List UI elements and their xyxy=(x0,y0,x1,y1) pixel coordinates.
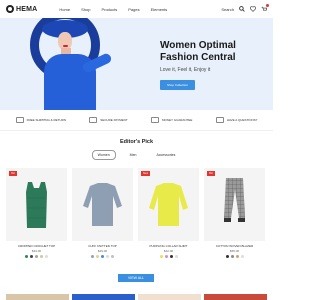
product-image[interactable]: Hot xyxy=(204,168,265,241)
tab-women[interactable]: Women xyxy=(91,150,116,160)
feature-money: MONEY GUARANTEE xyxy=(150,117,193,123)
search-icon[interactable] xyxy=(239,5,245,13)
product-grid: Hot CROPPED CROCHET TOP $34.00 CUFF KNIT… xyxy=(6,168,267,258)
cart-icon[interactable] xyxy=(261,3,269,13)
hero-title: Women Optimal Fashion Central xyxy=(160,40,236,63)
tab-men[interactable]: Men xyxy=(124,150,143,160)
product-card[interactable]: CUFF KNITTED TOP $29.00 xyxy=(72,168,133,258)
color-swatch[interactable] xyxy=(240,255,244,258)
color-swatch[interactable] xyxy=(40,255,43,258)
feature-shipping: FREE SHIPPING & RETURN xyxy=(15,117,66,123)
feature-questions: HAVE A QUESTIONS? xyxy=(215,117,258,123)
hero-banner: Women Optimal Fashion Central Love it, F… xyxy=(0,18,273,110)
product-name[interactable]: CROPPED CROCHET TOP xyxy=(6,244,67,248)
model-lips-shape xyxy=(63,45,68,47)
question-icon xyxy=(215,117,224,123)
color-swatches xyxy=(204,255,265,258)
cart-badge xyxy=(266,3,269,7)
product-price: $55.00 xyxy=(229,249,240,253)
product-card[interactable]: Hot COTTON WOVEN BLAZER $55.00 xyxy=(204,168,265,258)
product-card[interactable]: New PURPLING COLLAR SHIRT $42.00 xyxy=(138,168,199,258)
banner-tile[interactable] xyxy=(138,294,201,300)
color-swatch[interactable] xyxy=(106,255,109,258)
color-swatches xyxy=(72,255,133,258)
color-swatch[interactable] xyxy=(225,255,229,258)
banner-tile[interactable] xyxy=(6,294,69,300)
nav-item-home[interactable]: Home xyxy=(59,7,70,12)
color-swatch[interactable] xyxy=(101,255,104,258)
color-swatch[interactable] xyxy=(159,255,163,258)
product-image[interactable] xyxy=(72,168,133,241)
truck-icon xyxy=(15,117,24,123)
header-actions: Search xyxy=(221,3,269,13)
feature-label: HAVE A QUESTIONS? xyxy=(226,118,258,122)
color-swatch[interactable] xyxy=(169,255,173,258)
color-swatches xyxy=(138,255,199,258)
nav-item-elements[interactable]: Elements xyxy=(151,7,168,12)
feature-payment: SECURE PAYMENT xyxy=(89,117,128,123)
nav-item-pages[interactable]: Pages xyxy=(128,7,139,12)
color-swatch[interactable] xyxy=(174,255,178,258)
product-badge: Hot xyxy=(207,171,215,176)
color-swatch[interactable] xyxy=(235,255,239,258)
product-name[interactable]: CUFF KNITTED TOP xyxy=(72,244,133,248)
hero-text-block: Women Optimal Fashion Central Love it, F… xyxy=(160,40,270,91)
heart-icon[interactable] xyxy=(250,5,256,13)
bottom-banners xyxy=(0,294,273,300)
site-header: HEMA Home Shop Products Pages Elements S… xyxy=(0,0,273,18)
color-swatch[interactable] xyxy=(91,255,94,258)
feature-label: MONEY GUARANTEE xyxy=(161,118,193,122)
tank-top-image xyxy=(26,182,47,228)
color-swatch[interactable] xyxy=(164,255,168,258)
yellow-sweater-image xyxy=(149,183,188,226)
shop-collection-button[interactable]: Shop Collection xyxy=(160,80,196,90)
features-bar: FREE SHIPPING & RETURN SECURE PAYMENT MO… xyxy=(0,110,273,131)
color-swatch[interactable] xyxy=(96,255,99,258)
color-swatch[interactable] xyxy=(30,255,33,258)
logo-icon xyxy=(6,5,14,13)
product-badge: New xyxy=(141,171,151,176)
tab-accessories[interactable]: Accessories xyxy=(150,150,181,160)
product-price: $29.00 xyxy=(97,249,108,253)
pants-image xyxy=(224,178,245,222)
color-swatch[interactable] xyxy=(45,255,48,258)
hero-subtitle: Love it, Feel it, Enjoy it xyxy=(160,67,211,73)
color-swatch[interactable] xyxy=(230,255,234,258)
product-name[interactable]: COTTON WOVEN BLAZER xyxy=(204,244,265,248)
color-swatch[interactable] xyxy=(35,255,38,258)
color-swatch[interactable] xyxy=(25,255,28,258)
product-badge: Hot xyxy=(9,171,17,176)
feature-label: SECURE PAYMENT xyxy=(100,118,128,122)
sweater-image xyxy=(83,183,122,226)
search-link[interactable]: Search xyxy=(221,7,234,12)
product-name[interactable]: PURPLING COLLAR SHIRT xyxy=(138,244,199,248)
product-card[interactable]: Hot CROPPED CROCHET TOP $34.00 xyxy=(6,168,67,258)
editors-pick-tabs: Women Men Accessories xyxy=(0,150,273,160)
product-image[interactable]: New xyxy=(138,168,199,241)
nav-item-products[interactable]: Products xyxy=(101,7,117,12)
feature-label: FREE SHIPPING & RETURN xyxy=(26,118,66,122)
product-price: $34.00 xyxy=(31,249,42,253)
card-icon xyxy=(89,117,98,123)
nav-item-shop[interactable]: Shop xyxy=(81,7,90,12)
product-image[interactable]: Hot xyxy=(6,168,67,241)
color-swatch[interactable] xyxy=(111,255,114,258)
color-swatches xyxy=(6,255,67,258)
money-icon xyxy=(150,117,159,123)
editors-pick-title: Editor's Pick xyxy=(119,139,154,145)
view-all-button[interactable]: VIEW ALL xyxy=(118,274,154,282)
banner-tile[interactable] xyxy=(204,294,267,300)
brand-logo[interactable]: HEMA xyxy=(6,5,37,13)
main-nav: Home Shop Products Pages Elements xyxy=(59,7,167,12)
banner-tile[interactable] xyxy=(72,294,135,300)
product-price: $42.00 xyxy=(163,249,174,253)
logo-text: HEMA xyxy=(16,5,38,13)
